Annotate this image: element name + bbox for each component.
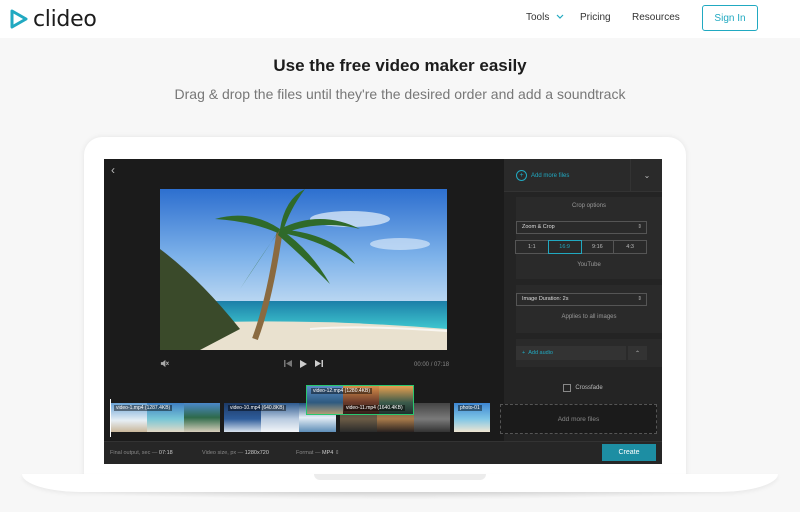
timeline-clip[interactable]: video-1.mp4 (1287.4KB)	[110, 403, 220, 432]
sign-in-button[interactable]: Sign In	[702, 5, 758, 31]
add-files-bar: + Add more files ⌄	[504, 159, 662, 192]
clip-label: video-11.mp4 (1640.4KB)	[344, 405, 405, 411]
final-output-label: Final output, sec	[110, 450, 151, 456]
format-select[interactable]: Format — MP4 ⇕	[296, 450, 339, 456]
current-time: 00:00	[414, 362, 430, 368]
add-audio-button[interactable]: + Add audio	[516, 346, 626, 360]
timeline-clip[interactable]: photo-01	[454, 403, 490, 432]
mute-icon[interactable]	[160, 359, 169, 370]
clip-label: video-1.mp4 (1287.4KB)	[114, 405, 173, 411]
nav-tools[interactable]: Tools	[526, 12, 564, 23]
settings-sidebar: + Add more files ⌄ Crop options Zoom & C…	[504, 159, 662, 441]
add-more-files-button[interactable]: + Add more files	[516, 170, 569, 181]
logo-text: clideo	[33, 6, 97, 32]
ratio-9-16[interactable]: 9:16	[580, 240, 615, 254]
crossfade-option[interactable]: Crossfade	[504, 384, 662, 392]
video-size-label: Video size, px	[202, 450, 237, 456]
clideo-logo[interactable]: clideo	[10, 6, 97, 32]
export-bar: Final output, sec — 07:18 Video size, px…	[104, 441, 662, 464]
page-title: Use the free video maker easily	[273, 56, 527, 75]
crop-options-label: Crop options	[571, 203, 607, 209]
ratio-4-3[interactable]: 4:3	[613, 240, 647, 254]
video-editor: ‹ 00:00 / 07:18 + Add more files ⌄ Crop …	[104, 159, 662, 464]
play-logo-icon	[10, 9, 28, 29]
time-display: 00:00 / 07:18	[414, 362, 449, 368]
ratio-1-1[interactable]: 1:1	[515, 240, 549, 254]
add-more-files-dropzone[interactable]: Add more files	[500, 404, 657, 434]
format-value: MP4	[321, 450, 334, 456]
preview-area: ‹ 00:00 / 07:18	[104, 159, 504, 395]
video-size-value: 1280x720	[244, 450, 269, 456]
plus-icon: +	[522, 350, 526, 356]
skip-forward-icon[interactable]	[315, 359, 323, 370]
final-output-info: Final output, sec — 07:18	[110, 450, 173, 456]
play-icon[interactable]	[299, 359, 308, 371]
video-size-info: Video size, px — 1280x720	[202, 450, 269, 456]
select-arrow-icon: ⇕	[334, 450, 340, 456]
laptop-notch	[314, 474, 486, 480]
image-duration-select[interactable]: Image Duration: 2s ⇕	[516, 293, 647, 306]
add-more-files-label: Add more files	[531, 172, 570, 179]
chevron-up-icon[interactable]: ⌃	[628, 346, 647, 360]
aspect-ratio-group: 1:1 16:9 9:16 4:3	[515, 240, 647, 254]
clip-frame	[184, 403, 220, 432]
nav-pricing[interactable]: Pricing	[580, 12, 611, 23]
format-label: Format	[296, 450, 314, 456]
preview-image	[160, 189, 447, 350]
clip-frame	[414, 403, 450, 432]
timeline: video-1.mp4 (1287.4KB) video-10.mp4 (640…	[104, 395, 504, 441]
chevron-down-icon[interactable]: ⌄	[630, 159, 662, 191]
clip-label: photo-01	[458, 405, 482, 411]
site-header: clideo Tools Pricing Resources Sign In	[0, 0, 800, 38]
beach-palm-image	[160, 189, 447, 350]
time-separator: /	[430, 362, 433, 368]
timeline-clip[interactable]: video-11.mp4 (1640.4KB)	[340, 403, 450, 432]
select-arrow-icon: ⇕	[637, 224, 642, 230]
playhead[interactable]	[110, 399, 111, 437]
ratio-hint: YouTube	[577, 262, 601, 268]
crossfade-checkbox[interactable]	[563, 384, 572, 392]
skip-back-icon[interactable]	[284, 359, 292, 370]
ratio-16-9[interactable]: 16:9	[547, 240, 582, 254]
clip-label: video-10.mp4 (640.8KB)	[228, 405, 287, 411]
image-duration-value: Image Duration: 2s	[522, 296, 569, 302]
plus-circle-icon: +	[516, 170, 527, 181]
final-output-value: 07:18	[158, 450, 173, 456]
crop-mode-value: Zoom & Crop	[522, 224, 555, 230]
applies-hint: Applies to all images	[561, 314, 617, 320]
select-arrow-icon: ⇕	[637, 296, 642, 302]
page-subtitle: Drag & drop the files until they're the …	[174, 86, 626, 102]
crossfade-label: Crossfade	[575, 385, 603, 391]
dragged-clip-label: video-12.mp4 (1280.4KB)	[311, 388, 372, 394]
crop-mode-select[interactable]: Zoom & Crop ⇕	[516, 221, 647, 234]
nav-tools-label: Tools	[526, 12, 550, 23]
add-audio-label: Add audio	[528, 350, 553, 356]
create-button[interactable]: Create	[602, 444, 656, 461]
chevron-down-icon	[556, 14, 564, 20]
total-time: 07:18	[434, 362, 450, 368]
back-chevron-icon[interactable]: ‹	[111, 163, 115, 177]
nav-resources[interactable]: Resources	[632, 12, 680, 23]
